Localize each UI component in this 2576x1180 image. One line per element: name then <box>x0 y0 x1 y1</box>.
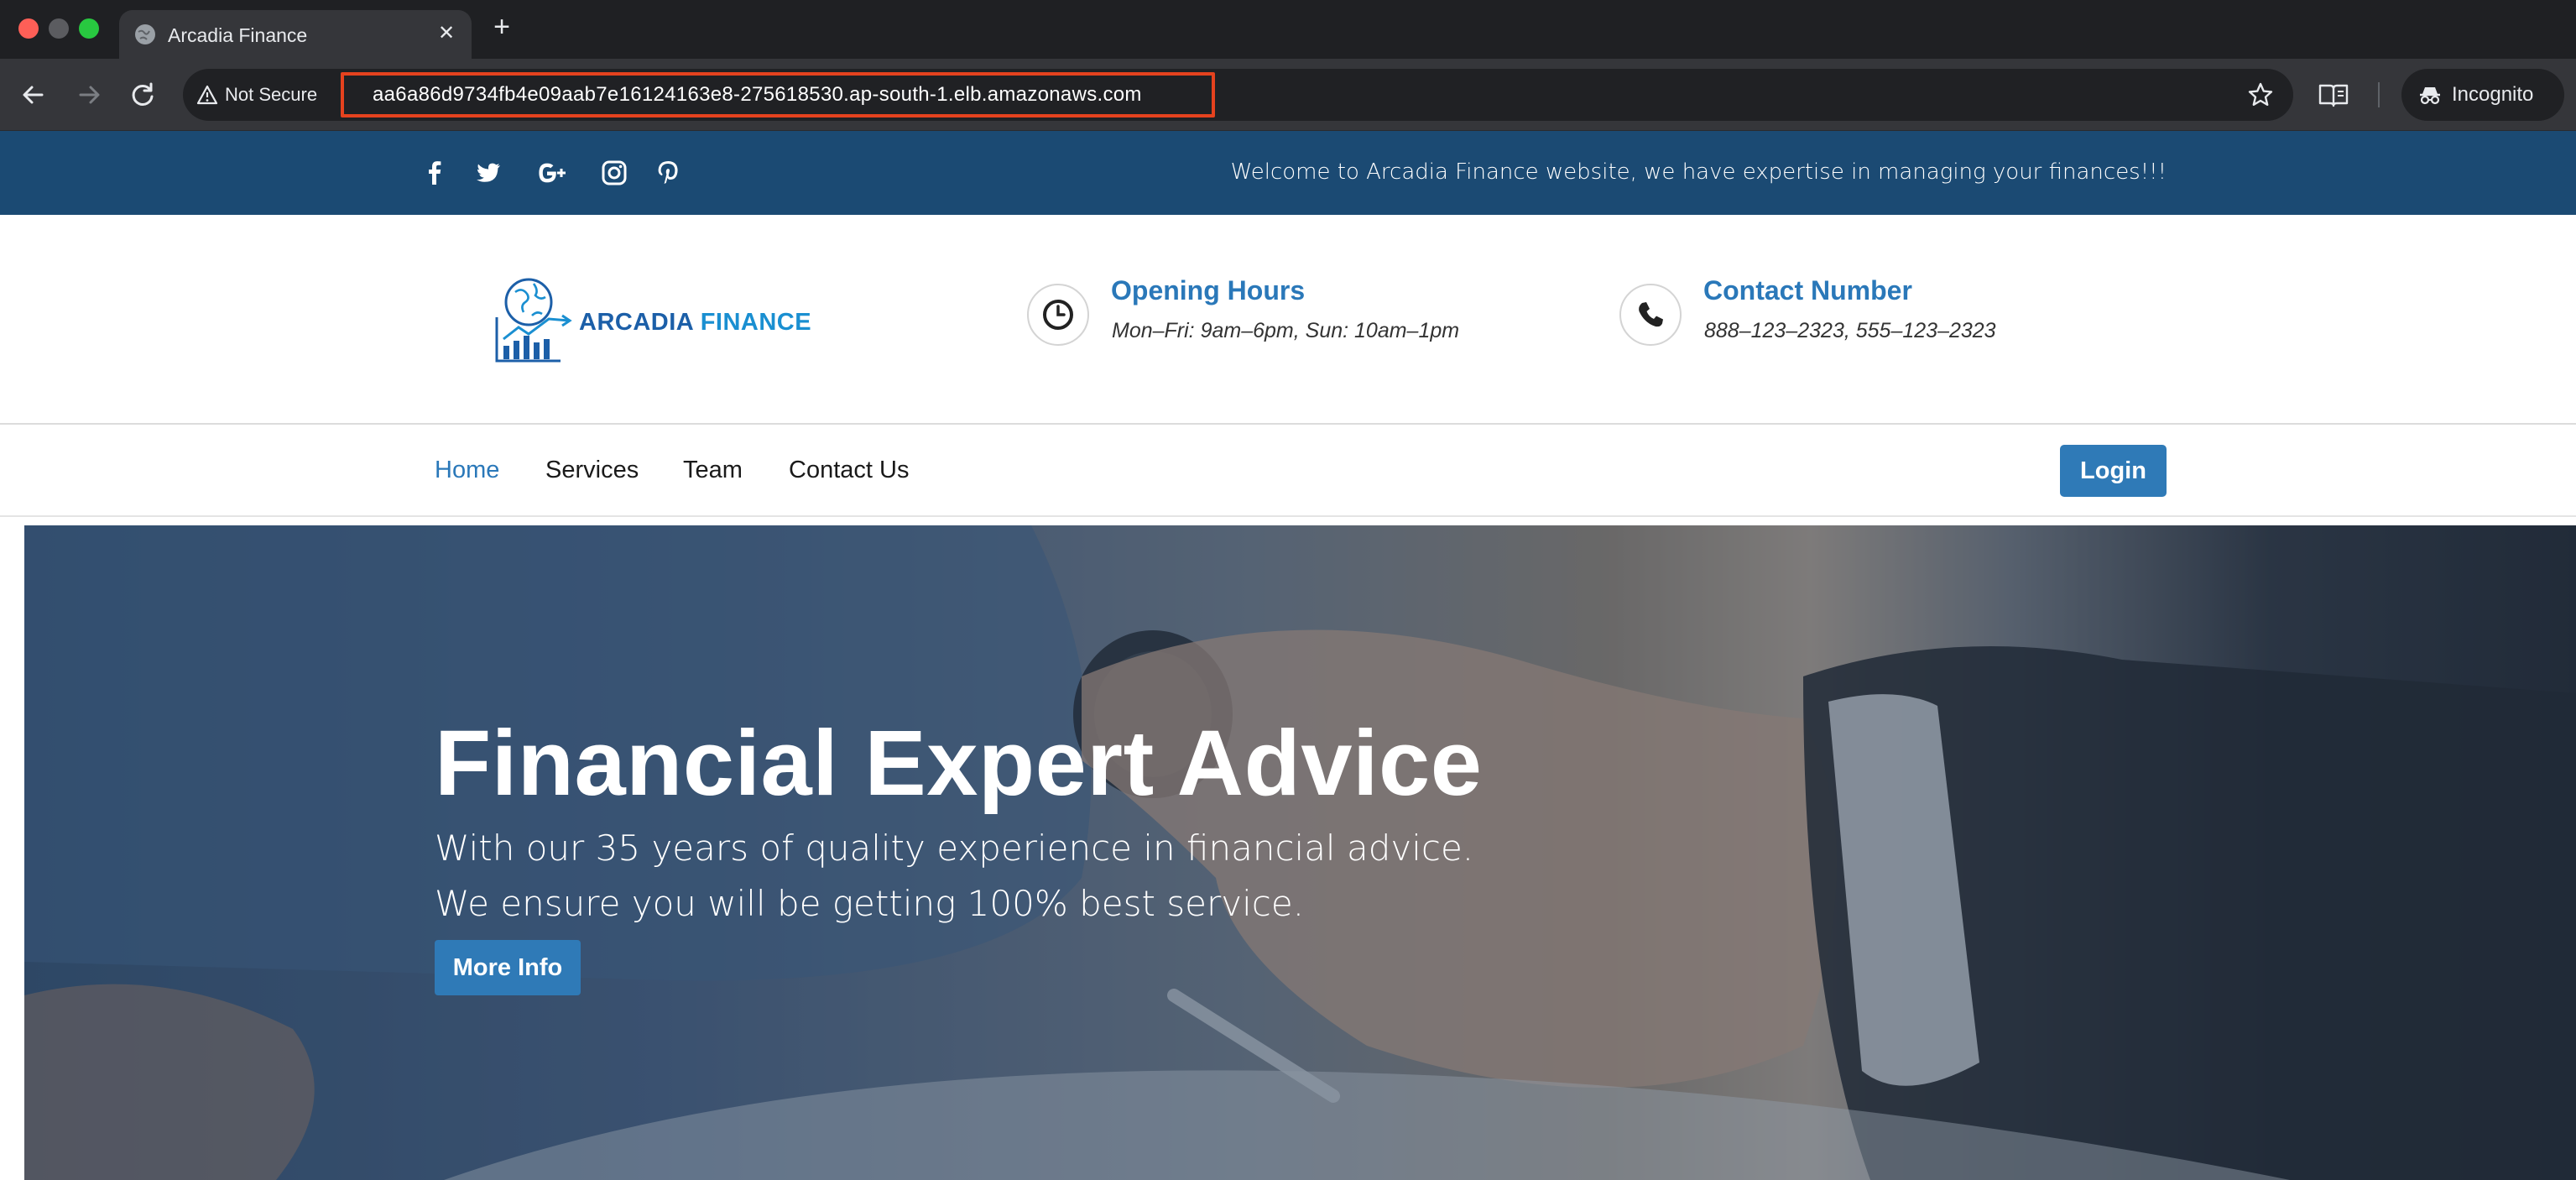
instagram-icon[interactable] <box>597 156 631 190</box>
nav-contact-us[interactable]: Contact Us <box>789 457 909 484</box>
reading-mode-icon[interactable] <box>2318 81 2349 109</box>
site-top-bar: Welcome to Arcadia Finance website, we h… <box>0 131 2576 215</box>
security-indicator[interactable]: Not Secure <box>196 81 317 109</box>
logo-wordmark: ARCADIA FINANCE <box>579 309 811 337</box>
browser-toolbar: Not Secure aa6a86d9734fb4e09aab7e1612416… <box>0 59 2576 131</box>
back-icon[interactable] <box>17 78 50 112</box>
clock-icon <box>1027 284 1089 346</box>
logo-text-finance: FINANCE <box>700 309 812 336</box>
globe-icon <box>135 24 155 44</box>
google-plus-icon[interactable] <box>534 156 572 190</box>
close-window-button[interactable] <box>18 18 39 39</box>
main-navigation: Home Services Team Contact Us Login <box>0 425 2576 517</box>
pinterest-icon[interactable] <box>651 156 685 190</box>
minimize-window-button[interactable] <box>49 18 69 39</box>
contact-number-title: Contact Number <box>1703 275 1912 305</box>
contact-number-value: 888–123–2323, 555–123–2323 <box>1704 319 1996 342</box>
hero-subtitle-line-1: With our 35 years of quality experience … <box>435 828 1474 869</box>
opening-hours-title: Opening Hours <box>1111 275 1306 305</box>
nav-services[interactable]: Services <box>545 457 639 484</box>
browser-tab[interactable]: Arcadia Finance ✕ <box>119 10 472 59</box>
welcome-message: Welcome to Arcadia Finance website, we h… <box>1230 159 2167 185</box>
nav-team[interactable]: Team <box>683 457 743 484</box>
star-icon[interactable] <box>2246 81 2275 109</box>
maximize-window-button[interactable] <box>79 18 99 39</box>
opening-hours-value: Mon–Fri: 9am–6pm, Sun: 10am–1pm <box>1112 319 1460 342</box>
close-icon[interactable]: ✕ <box>433 20 460 47</box>
reload-icon[interactable] <box>126 78 159 112</box>
hero-subtitle-line-2: We ensure you will be getting 100% best … <box>435 883 1305 924</box>
url-text[interactable]: aa6a86d9734fb4e09aab7e16124163e8-2756185… <box>373 83 1142 107</box>
logo-globe-chart-icon <box>495 278 572 363</box>
security-label: Not Secure <box>225 84 318 105</box>
phone-icon <box>1619 284 1682 346</box>
hero-title: Financial Expert Advice <box>435 712 1483 815</box>
toolbar-divider <box>2378 82 2380 107</box>
facebook-icon[interactable] <box>418 156 451 190</box>
browser-tab-bar: Arcadia Finance ✕ + <box>0 0 2576 59</box>
incognito-button[interactable]: Incognito <box>2401 69 2564 121</box>
site-logo[interactable]: ARCADIA FINANCE <box>490 274 817 371</box>
hero-banner: Financial Expert Advice With our 35 year… <box>24 525 2576 1180</box>
address-bar[interactable]: Not Secure aa6a86d9734fb4e09aab7e1612416… <box>183 69 2293 121</box>
warning-icon <box>196 85 218 105</box>
incognito-icon <box>2420 87 2440 105</box>
twitter-icon[interactable] <box>472 156 505 190</box>
nav-home[interactable]: Home <box>435 457 499 484</box>
site-header: ARCADIA FINANCE Opening Hours Mon–Fri: 9… <box>0 215 2576 425</box>
logo-text-arcadia: ARCADIA <box>579 309 694 336</box>
tab-title: Arcadia Finance <box>168 24 308 46</box>
forward-icon[interactable] <box>72 78 106 112</box>
login-button[interactable]: Login <box>2060 445 2167 497</box>
incognito-label: Incognito <box>2452 83 2534 106</box>
more-info-button[interactable]: More Info <box>435 940 581 995</box>
new-tab-button[interactable]: + <box>487 12 517 42</box>
